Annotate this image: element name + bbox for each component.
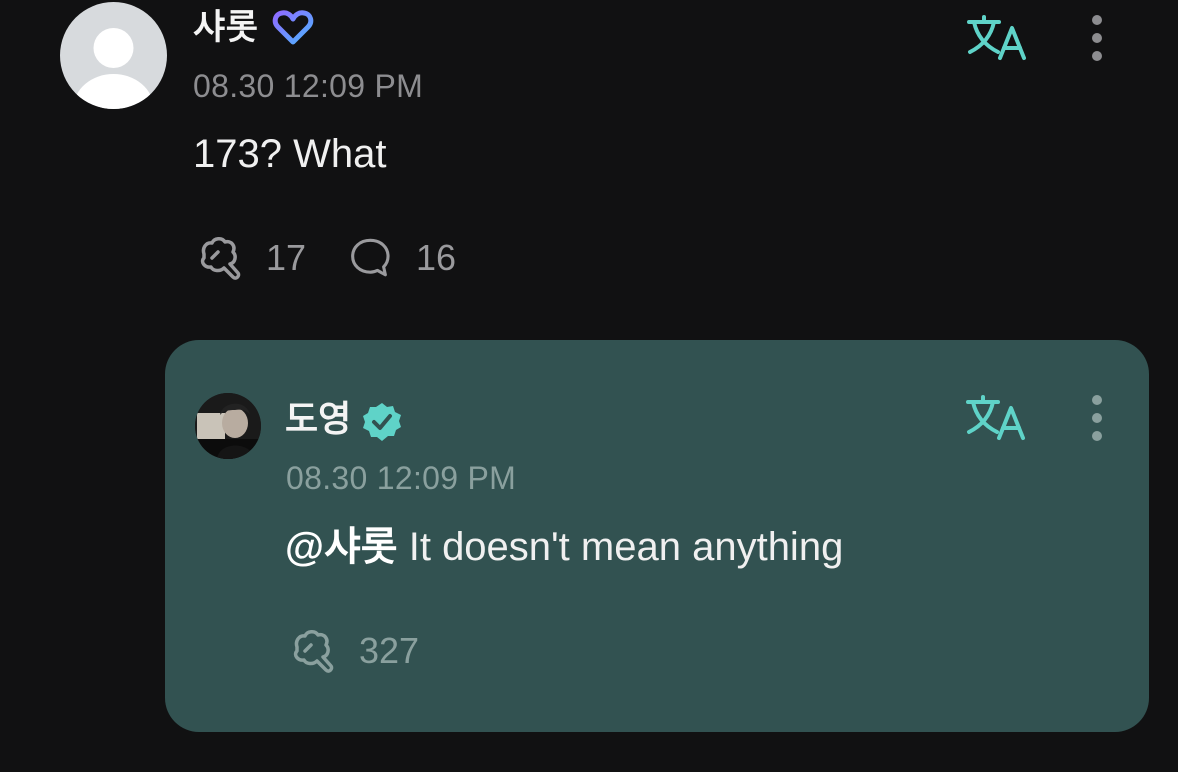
repost-count: 327 bbox=[359, 630, 420, 671]
post-text: 173? What bbox=[193, 132, 387, 176]
translate-icon[interactable] bbox=[965, 394, 1029, 444]
repost-count: 17 bbox=[266, 237, 307, 278]
reply-body-text: It doesn't mean anything bbox=[397, 525, 844, 569]
person-silhouette-icon bbox=[73, 28, 154, 109]
repost-button[interactable]: 17 bbox=[194, 234, 306, 282]
reply-author-name[interactable]: 도영 bbox=[285, 397, 351, 441]
post-timestamp: 08.30 12:09 PM bbox=[193, 68, 424, 104]
heart-badge-icon bbox=[272, 10, 314, 45]
translate-icon[interactable] bbox=[966, 14, 1030, 64]
repost-icon bbox=[200, 237, 241, 280]
mention-link[interactable]: @샤롯 bbox=[285, 525, 398, 569]
comment-count: 16 bbox=[416, 237, 457, 278]
repost-icon bbox=[293, 630, 334, 673]
repost-button[interactable]: 327 bbox=[287, 627, 419, 675]
profile-photo-image bbox=[195, 393, 261, 459]
reply-card[interactable]: 도영 08.30 12:09 PM @샤롯 It doesn't mean an… bbox=[165, 340, 1149, 732]
author-name[interactable]: 샤롯 bbox=[193, 6, 258, 50]
comment-button[interactable]: 16 bbox=[350, 234, 456, 282]
profile-photo-avatar[interactable] bbox=[195, 393, 261, 459]
default-avatar[interactable] bbox=[60, 2, 167, 109]
more-options-icon[interactable] bbox=[1085, 394, 1109, 450]
reply-timestamp: 08.30 12:09 PM bbox=[286, 460, 517, 496]
verified-badge-icon bbox=[363, 403, 401, 441]
comment-icon bbox=[351, 238, 390, 277]
reply-text: @샤롯 It doesn't mean anything bbox=[285, 522, 843, 572]
conversation-view: 샤롯 08.30 12:09 PM 173? What 17 16 도영 08.… bbox=[0, 0, 1178, 772]
more-options-icon[interactable] bbox=[1085, 14, 1109, 70]
